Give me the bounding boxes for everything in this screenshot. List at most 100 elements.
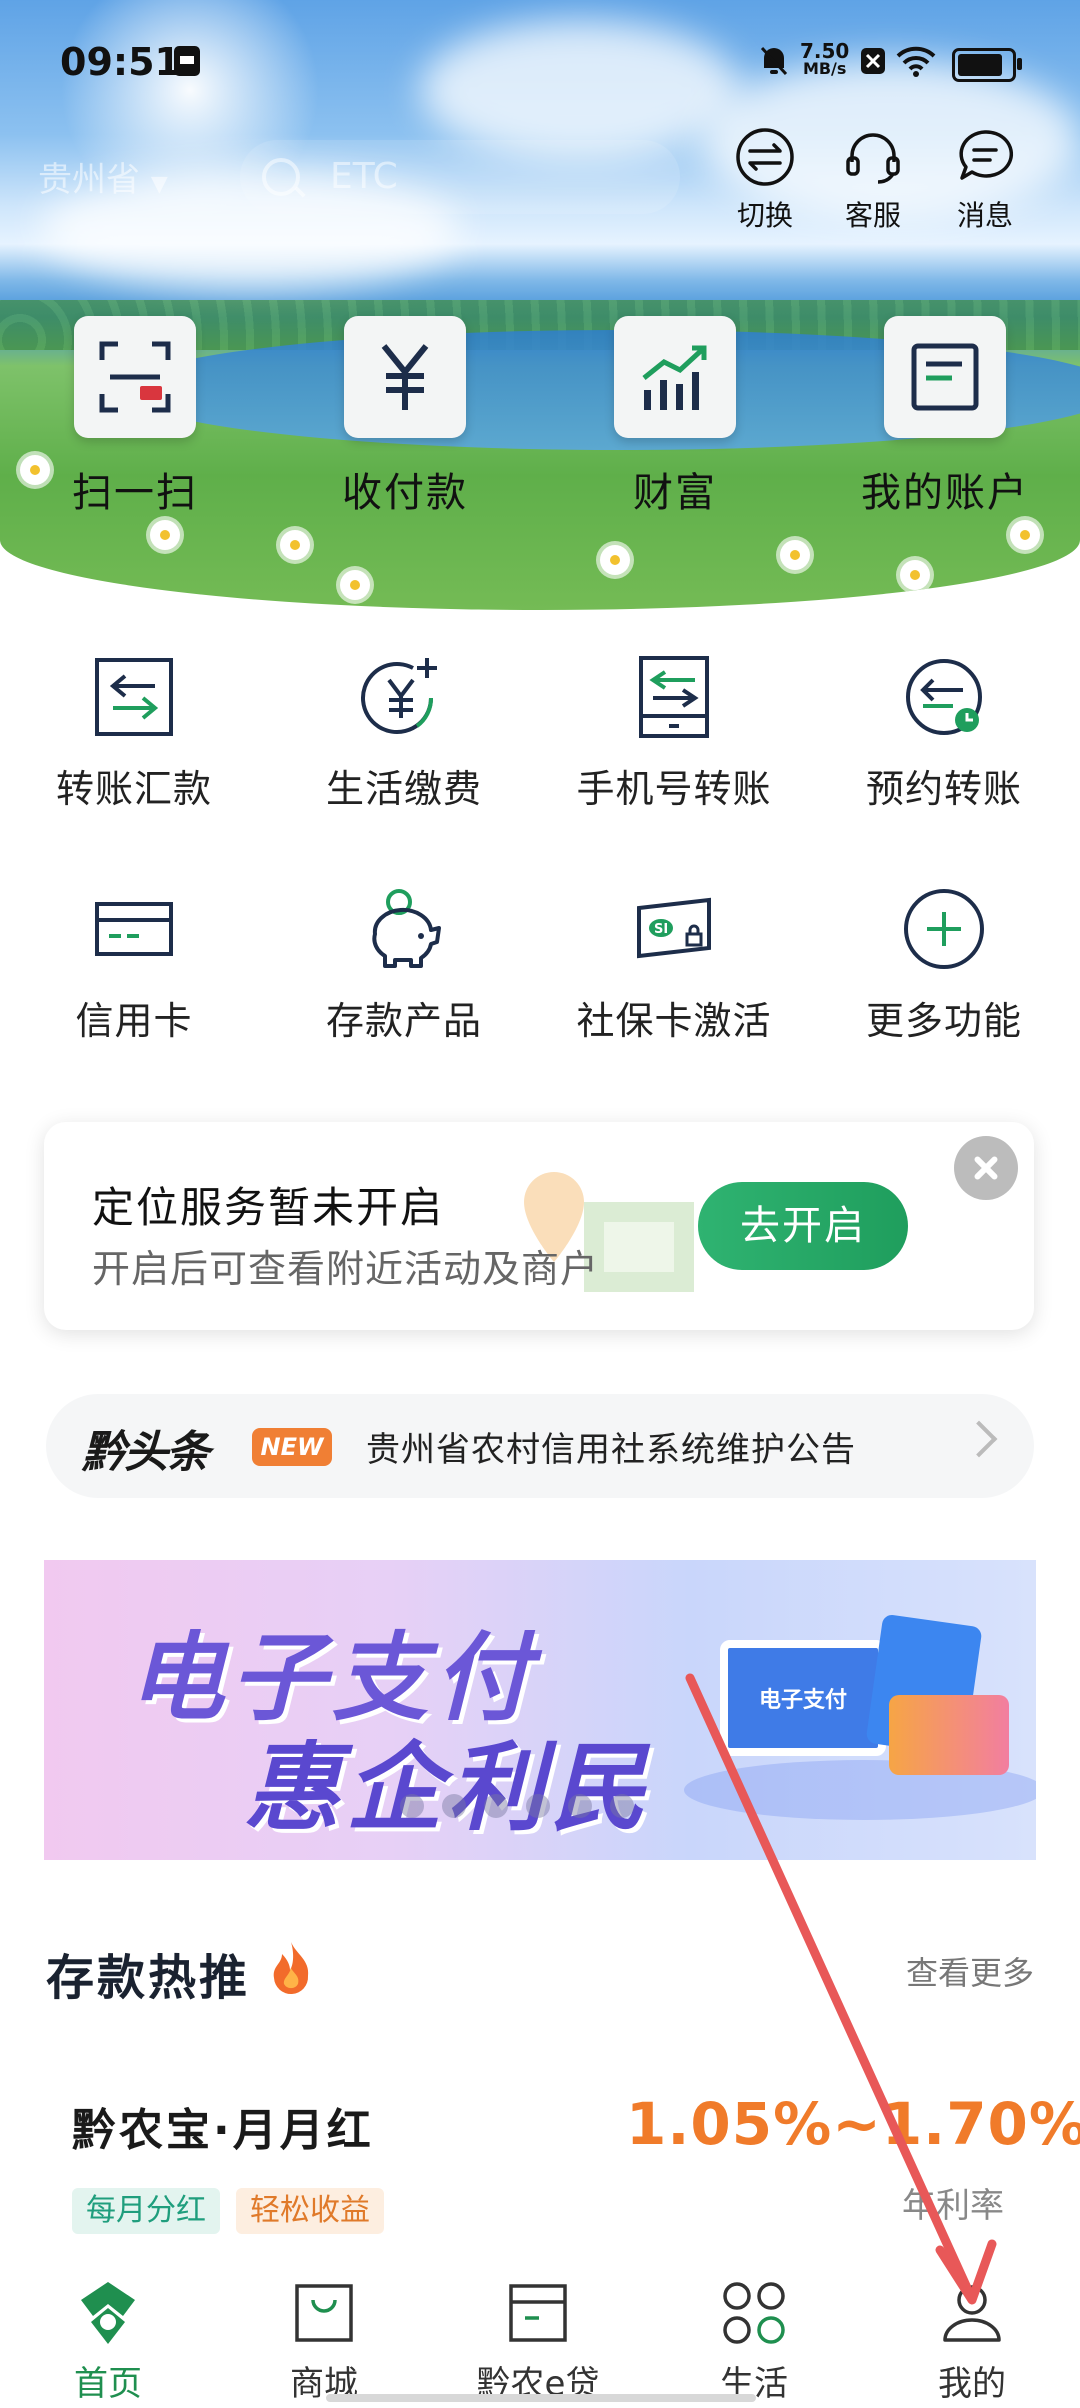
customer-service-button[interactable]: 客服 [818, 126, 928, 234]
location-permission-card: 定位服务暂未开启 开启后可查看附近活动及商户 去开启 [44, 1122, 1034, 1330]
carousel-dot[interactable] [484, 1794, 508, 1818]
location-card-subtitle: 开启后可查看附近活动及商户 [92, 1247, 600, 1291]
search-input[interactable]: ETC [240, 140, 680, 214]
switch-button[interactable]: 切换 [710, 126, 820, 234]
func-deposit-products[interactable]: 存款产品 [274, 886, 534, 1045]
close-icon[interactable] [954, 1136, 1018, 1200]
product-rate: 1.05%~1.70% [626, 2090, 1080, 2158]
social-security-card-icon: SI [637, 897, 711, 959]
loan-card-icon [509, 2284, 567, 2342]
fire-icon [273, 1942, 309, 1995]
bill-payment-icon [361, 658, 437, 734]
plus-circle-icon [904, 889, 984, 969]
enable-location-button[interactable]: 去开启 [698, 1182, 908, 1270]
func-social-card-activation[interactable]: SI 社保卡激活 [544, 886, 804, 1045]
quick-account-label: 我的账户 [861, 470, 1029, 516]
quick-pay-label: 收付款 [342, 470, 468, 516]
func-bill-label: 生活缴费 [325, 767, 482, 811]
quick-my-account[interactable]: 我的账户 [840, 316, 1050, 518]
transfer-icon [95, 658, 173, 736]
func-bill-payment[interactable]: 生活缴费 [274, 654, 534, 813]
daisy [150, 520, 180, 550]
func-more[interactable]: 更多功能 [814, 886, 1074, 1045]
carousel-dot[interactable] [610, 1794, 634, 1818]
news-logo: 黔头条 [82, 1427, 210, 1478]
yuan-icon [381, 344, 429, 410]
product-tag: 每月分红 [72, 2188, 220, 2234]
func-social-card-label: 社保卡激活 [576, 999, 772, 1043]
func-more-label: 更多功能 [865, 999, 1022, 1043]
chevron-right-icon [960, 1420, 998, 1458]
user-icon [943, 2285, 1001, 2342]
tab-e-loan[interactable]: 黔农e贷 [458, 2278, 618, 2405]
quick-wealth[interactable]: 财富 [570, 316, 780, 518]
switch-label: 切换 [736, 199, 793, 232]
chevron-down-icon: ▼ [150, 172, 168, 197]
daisy [340, 570, 370, 600]
net-speed-value: 7.50 [800, 39, 850, 63]
phone-transfer-icon [639, 656, 709, 738]
tab-mine[interactable]: 我的 [892, 2278, 1052, 2405]
section-title: 存款热推 [46, 1950, 251, 2006]
svg-text:SI: SI [654, 922, 668, 937]
new-badge: NEW [252, 1428, 332, 1466]
credit-card-icon [95, 902, 173, 956]
wifi-icon [896, 44, 936, 78]
location-card-title: 定位服务暂未开启 [92, 1183, 445, 1232]
data-off-icon [860, 44, 886, 78]
daisy [600, 545, 630, 575]
laptop-illustration: 电子支付 [720, 1640, 886, 1756]
carousel-dot[interactable] [400, 1794, 424, 1818]
card-illustration [889, 1695, 1009, 1775]
func-scheduled-transfer[interactable]: 预约转账 [814, 654, 1074, 813]
shopping-bag-icon [295, 2284, 353, 2342]
switch-icon [736, 128, 794, 186]
piggy-bank-icon [372, 889, 441, 968]
scan-icon [99, 341, 171, 413]
func-credit-card[interactable]: 信用卡 [4, 886, 264, 1045]
func-transfer-label: 转账汇款 [55, 767, 212, 811]
messages-label: 消息 [956, 199, 1013, 232]
func-credit-card-label: 信用卡 [75, 999, 193, 1043]
pay-tile [344, 316, 466, 438]
carousel-dot[interactable] [526, 1794, 550, 1818]
net-speed-unit: MB/s [802, 59, 847, 78]
province-label: 贵州省 [38, 160, 140, 200]
product-name[interactable]: 黔农宝·月月红 [72, 2094, 374, 2158]
tab-mine-label: 我的 [938, 2364, 1006, 2404]
news-headline[interactable]: 贵州省农村信用社系统维护公告 [366, 1422, 856, 1471]
messages-button[interactable]: 消息 [930, 126, 1040, 234]
tab-home[interactable]: 首页 [28, 2278, 188, 2405]
tab-life[interactable]: 生活 [674, 2278, 834, 2405]
tab-mall[interactable]: 商城 [244, 2278, 404, 2405]
product-rate-label: 年利率 [902, 2186, 1004, 2226]
func-phone-transfer[interactable]: 手机号转账 [544, 654, 804, 813]
daisy [780, 540, 810, 570]
status-time: 09:51 [60, 40, 181, 84]
func-transfer[interactable]: 转账汇款 [4, 654, 264, 813]
laptop-text: 电子支付 [758, 1688, 847, 1713]
quick-pay-receive[interactable]: 收付款 [300, 316, 510, 518]
func-deposit-label: 存款产品 [325, 999, 482, 1043]
battery-fill [958, 54, 1002, 76]
carousel-dot[interactable] [442, 1794, 466, 1818]
battery-icon [952, 48, 1022, 82]
home-indicator[interactable] [326, 2394, 756, 2402]
view-more-link[interactable]: 查看更多 [906, 1948, 1034, 1994]
province-selector[interactable]: 贵州省 ▼ [38, 152, 168, 201]
daisy [900, 560, 930, 590]
scan-tile [74, 316, 196, 438]
func-phone-transfer-label: 手机号转账 [576, 767, 772, 811]
search-placeholder: ETC [330, 156, 398, 197]
daisy [280, 530, 310, 560]
customer-service-label: 客服 [844, 199, 901, 232]
headset-icon [846, 133, 900, 184]
wealth-chart-icon [642, 345, 707, 410]
home-logo-icon [81, 2282, 135, 2344]
carousel-dot[interactable] [568, 1794, 592, 1818]
tab-home-label: 首页 [74, 2364, 142, 2404]
mute-bell-icon [758, 44, 790, 78]
quick-scan[interactable]: 扫一扫 [30, 316, 240, 518]
bottom-tab-bar: 首页 商城 黔农e贷 生活 我的 [0, 2258, 1080, 2408]
news-ticker[interactable]: 黔头条 NEW 贵州省农村信用社系统维护公告 [46, 1394, 1034, 1498]
